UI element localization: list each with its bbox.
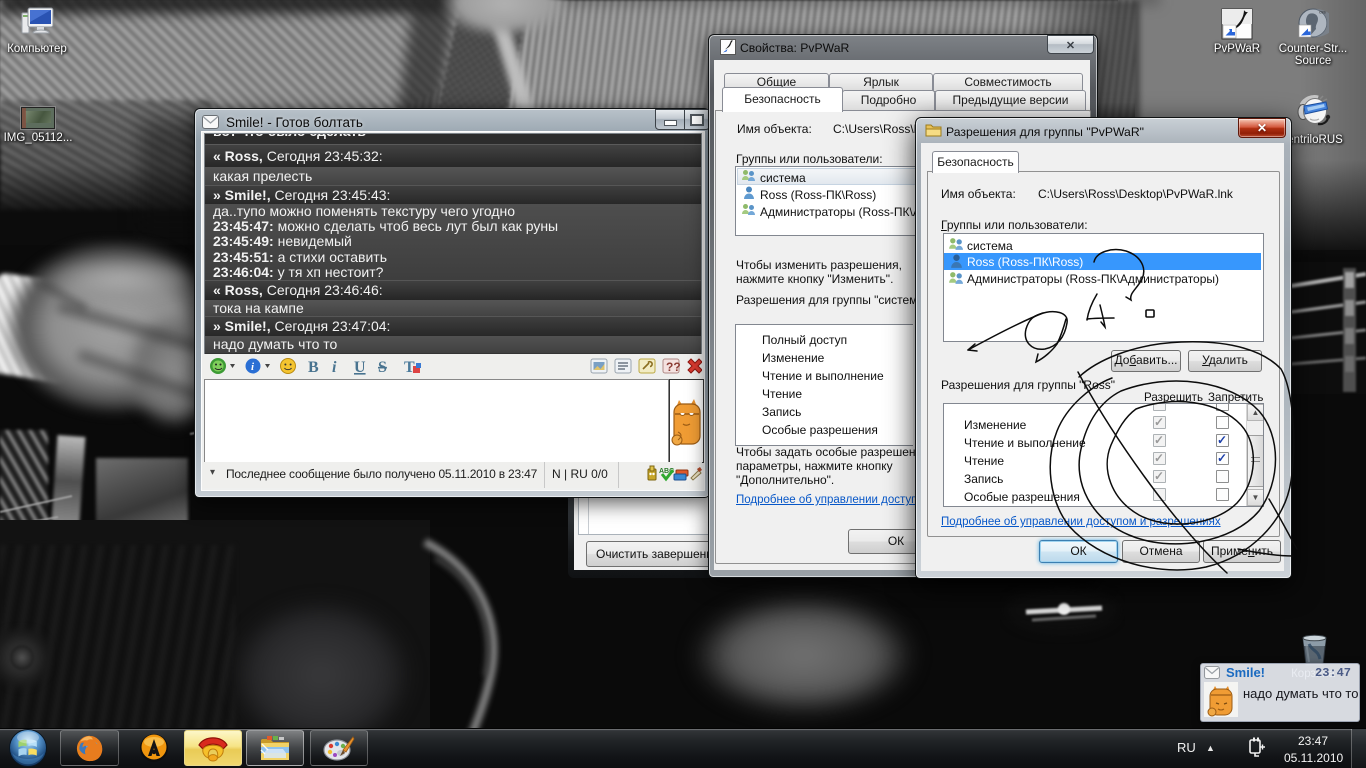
svg-text:S: S [378,359,387,376]
svg-text:U: U [354,359,366,376]
svg-text:B: B [308,359,319,376]
svg-text:i: i [332,359,337,376]
svg-text:??: ?? [666,360,681,374]
svg-text:css: css [1319,10,1327,15]
